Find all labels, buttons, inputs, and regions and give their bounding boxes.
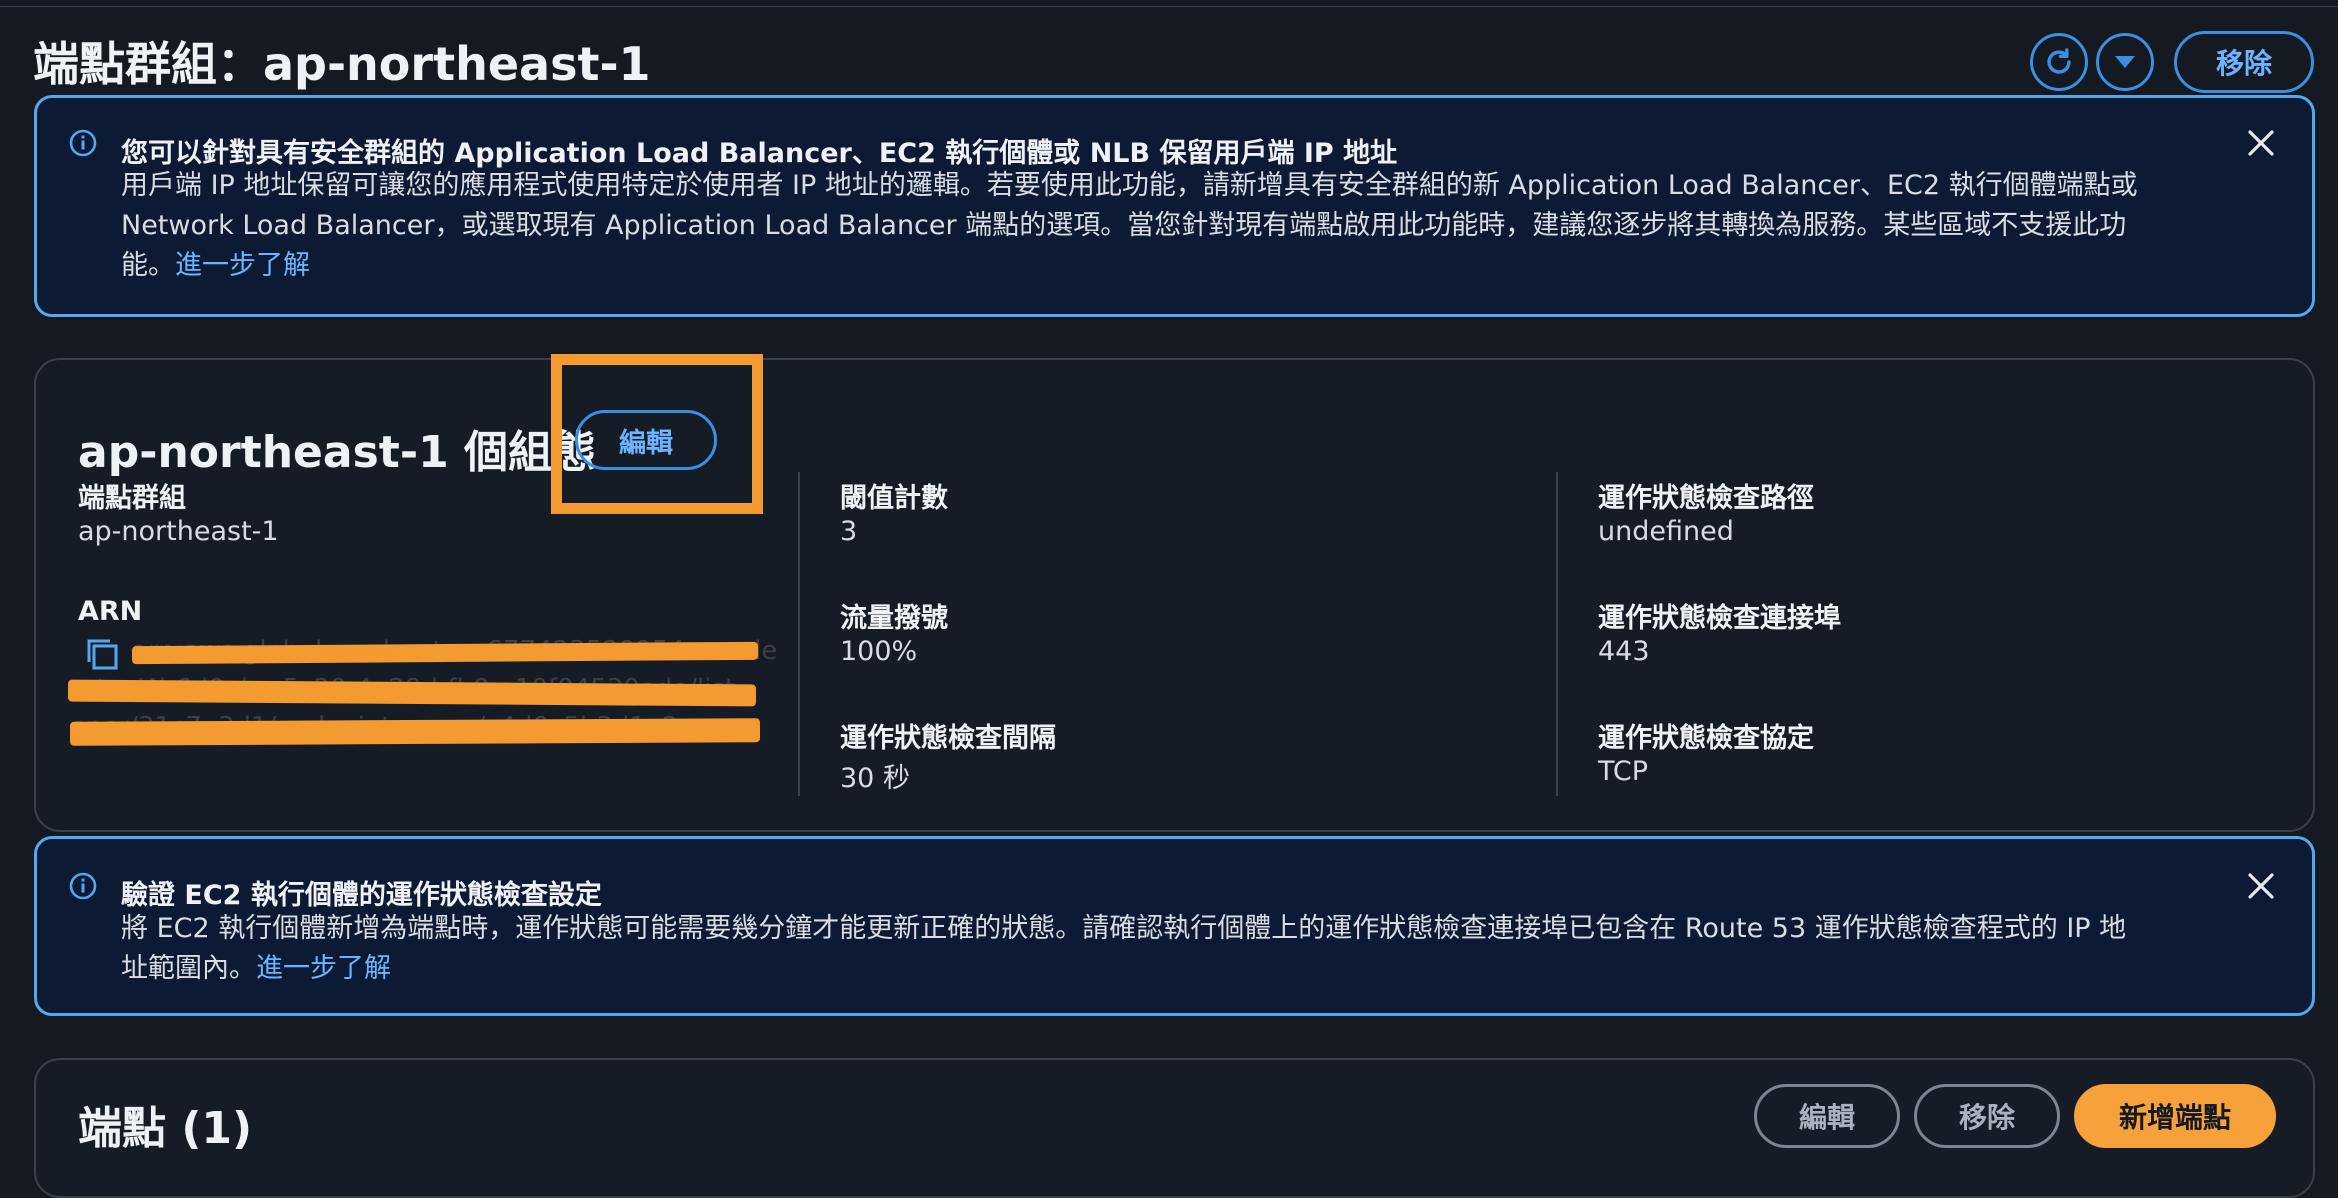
threshold-count-value: 3 xyxy=(840,516,858,547)
threshold-count-label: 閾值計數 xyxy=(840,483,948,514)
health-check-port-value: 443 xyxy=(1598,636,1650,667)
endpoint-group-label: 端點群組 xyxy=(78,483,186,514)
learn-more-link[interactable]: 進一步了解 xyxy=(175,250,310,281)
alert-title: 驗證 EC2 執行個體的運作狀態檢查設定 xyxy=(121,880,602,911)
traffic-dial-label: 流量撥號 xyxy=(840,603,948,634)
alert-body-line: 址範圍內。進一步了解 xyxy=(121,949,2126,989)
health-check-info-alert: 驗證 EC2 執行個體的運作狀態檢查設定 將 EC2 執行個體新增為端點時，運作… xyxy=(34,836,2315,1016)
annotation-highlight-box xyxy=(551,354,763,514)
learn-more-link[interactable]: 進一步了解 xyxy=(256,953,391,984)
column-divider xyxy=(798,472,800,796)
edit-endpoint-button[interactable]: 編輯 xyxy=(1754,1084,1900,1148)
column-divider xyxy=(1556,472,1558,796)
refresh-button[interactable] xyxy=(2030,33,2088,91)
alert-body: 用戶端 IP 地址保留可讓您的應用程式使用特定於使用者 IP 地址的邏輯。若要使… xyxy=(121,166,2138,286)
caret-down-icon xyxy=(2115,56,2135,68)
copy-icon[interactable] xyxy=(84,636,120,672)
actions-dropdown-button[interactable] xyxy=(2096,33,2154,91)
alert-title: 您可以針對具有安全群組的 Application Load Balancer、E… xyxy=(121,138,1398,169)
alert-body-text: 址範圍內。 xyxy=(121,953,256,984)
health-check-protocol-label: 運作狀態檢查協定 xyxy=(1598,723,1814,754)
remove-endpoint-button[interactable]: 移除 xyxy=(1914,1084,2060,1148)
client-ip-info-alert: 您可以針對具有安全群組的 Application Load Balancer、E… xyxy=(34,95,2315,317)
health-check-interval-label: 運作狀態檢查間隔 xyxy=(840,723,1056,754)
config-card-title: ap-northeast-1 個組態 xyxy=(78,427,597,478)
alert-body: 將 EC2 執行個體新增為端點時，運作狀態可能需要幾分鐘才能更新正確的狀態。請確… xyxy=(121,909,2126,989)
traffic-dial-value: 100% xyxy=(840,636,918,667)
page-title: 端點群組：ap-northeast-1 xyxy=(33,37,651,91)
alert-body-line: 將 EC2 執行個體新增為端點時，運作狀態可能需要幾分鐘才能更新正確的狀態。請確… xyxy=(121,913,2127,944)
refresh-icon xyxy=(2047,48,2071,74)
health-check-interval-value: 30 秒 xyxy=(840,763,910,794)
close-icon[interactable] xyxy=(2246,128,2276,158)
health-check-port-label: 運作狀態檢查連接埠 xyxy=(1598,603,1841,634)
health-check-protocol-value: TCP xyxy=(1598,756,1649,787)
health-check-path-value: undefined xyxy=(1598,516,1734,547)
alert-body-text: 能。 xyxy=(121,250,175,281)
endpoints-title: 端點 (1) xyxy=(78,1103,253,1154)
health-check-path-label: 運作狀態檢查路徑 xyxy=(1598,483,1814,514)
info-icon xyxy=(69,872,97,900)
alert-body-line: 用戶端 IP 地址保留可讓您的應用程式使用特定於使用者 IP 地址的邏輯。若要使… xyxy=(121,170,2138,201)
alert-body-line: Network Load Balancer，或選取現有 Application … xyxy=(121,210,2127,241)
arn-label: ARN xyxy=(78,596,143,627)
close-icon[interactable] xyxy=(2246,871,2276,901)
alert-body-line: 能。進一步了解 xyxy=(121,246,2138,286)
endpoint-group-value: ap-northeast-1 xyxy=(78,516,279,547)
info-icon xyxy=(69,129,97,157)
arn-redaction xyxy=(69,718,761,746)
add-endpoint-button[interactable]: 新增端點 xyxy=(2074,1084,2276,1148)
remove-endpoint-group-button[interactable]: 移除 xyxy=(2174,31,2314,93)
top-divider xyxy=(0,0,2338,7)
endpoint-group-config-card: ap-northeast-1 個組態 編輯 端點群組 ap-northeast-… xyxy=(34,358,2315,832)
endpoints-card: 端點 (1) 編輯 移除 新增端點 xyxy=(34,1058,2315,1198)
